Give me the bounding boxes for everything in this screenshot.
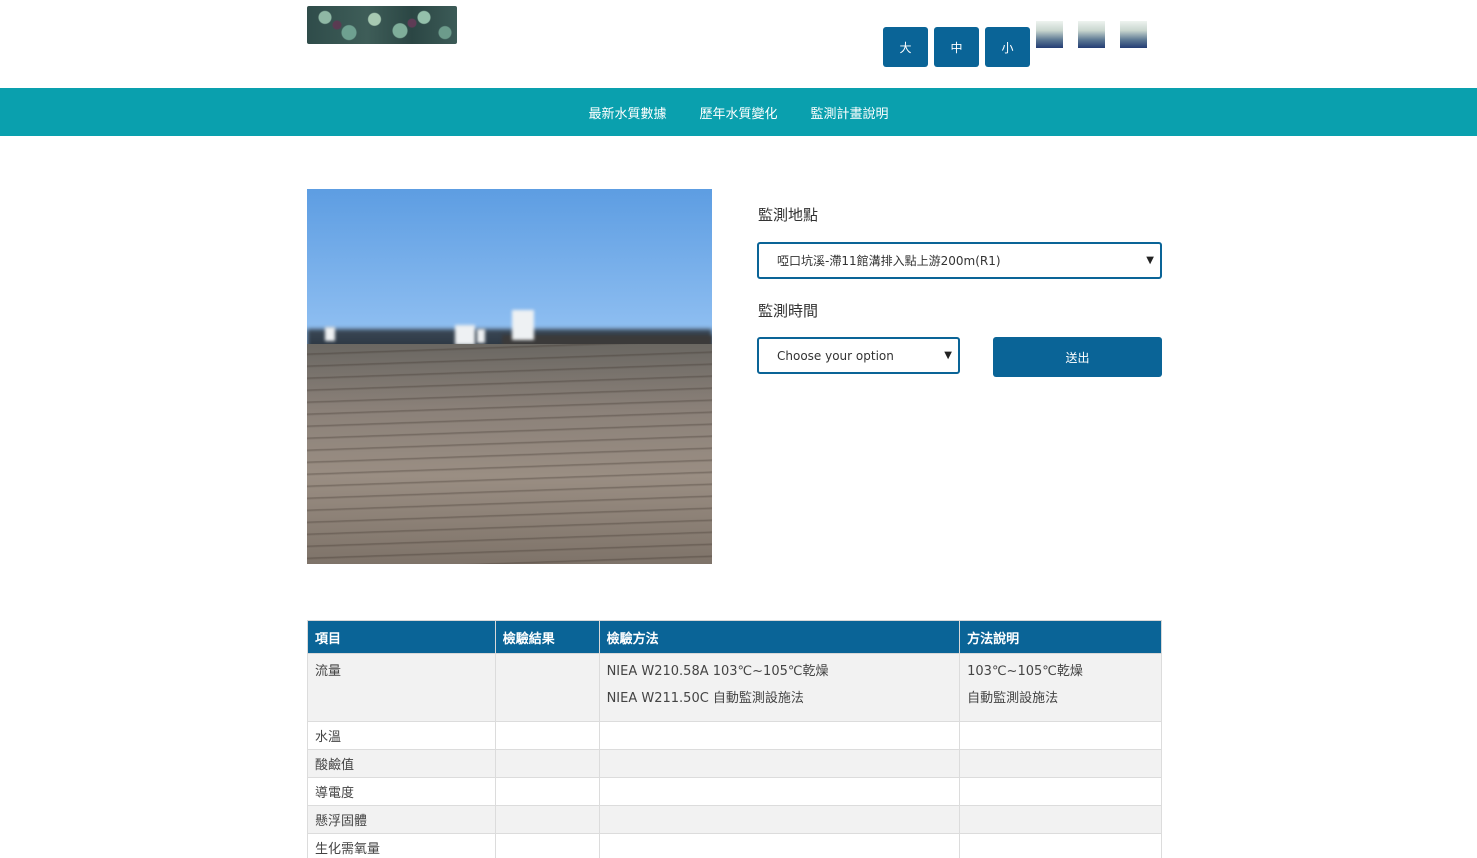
table-cell-method xyxy=(598,749,961,778)
table-cell-item: 生化需氧量 xyxy=(307,833,496,858)
table-cell-item: 懸浮固體 xyxy=(307,805,496,834)
table-cell-notes: 103℃~105℃乾燥 自動監測設施法 xyxy=(959,653,1162,722)
photo-post xyxy=(455,325,475,345)
table-row: 導電度 xyxy=(307,777,1162,806)
nav-menu: 最新水質數據 歷年水質變化 監測計畫說明 xyxy=(588,103,888,122)
font-size-small-button[interactable]: 小 xyxy=(985,27,1030,67)
table-cell-method xyxy=(598,805,961,834)
table-header-method: 檢驗方法 xyxy=(598,620,961,654)
table-cell-notes xyxy=(959,721,1162,750)
main-navbar: 最新水質數據 歷年水質變化 監測計畫說明 xyxy=(0,88,1477,136)
site-logo[interactable] xyxy=(307,6,457,44)
location-select[interactable]: 啞口坑溪-滯11館溝排入點上游200m(R1) ▼ xyxy=(757,242,1162,279)
table-row: 懸浮固體 xyxy=(307,805,1162,834)
table-cell-notes xyxy=(959,833,1162,858)
location-select-value: 啞口坑溪-滯11館溝排入點上游200m(R1) xyxy=(777,254,1001,268)
nav-item-historical-changes[interactable]: 歷年水質變化 xyxy=(699,103,777,122)
location-label: 監測地點 xyxy=(758,206,819,224)
dropdown-arrow-icon: ▼ xyxy=(1146,254,1154,266)
table-cell-result xyxy=(494,653,600,722)
nav-item-latest-data[interactable]: 最新水質數據 xyxy=(588,103,666,122)
nav-item-monitoring-plan[interactable]: 監測計畫說明 xyxy=(811,103,889,122)
dropdown-arrow-icon: ▼ xyxy=(944,349,952,361)
table-row: 酸鹼值 xyxy=(307,749,1162,778)
table-cell-notes xyxy=(959,749,1162,778)
table-cell-result xyxy=(494,721,600,750)
hero-photo xyxy=(307,189,712,564)
table-cell-item: 導電度 xyxy=(307,777,496,806)
table-cell-method xyxy=(598,777,961,806)
photo-post xyxy=(512,310,534,340)
table-header-result: 檢驗結果 xyxy=(494,620,600,654)
table-cell-method xyxy=(598,721,961,750)
time-select[interactable]: Choose your option ▼ xyxy=(757,337,960,374)
photo-post xyxy=(477,329,485,343)
water-quality-table: 項目 檢驗結果 檢驗方法 方法說明 流量 NIEA W210.58A 103℃~… xyxy=(307,620,1162,858)
table-row: 流量 NIEA W210.58A 103℃~105℃乾燥 NIEA W211.5… xyxy=(307,653,1162,722)
table-cell-result xyxy=(494,777,600,806)
table-header-notes: 方法說明 xyxy=(959,620,1162,654)
table-cell-method xyxy=(598,833,961,858)
theme-swatch-3[interactable] xyxy=(1120,21,1147,48)
table-cell-result xyxy=(494,833,600,858)
submit-button[interactable]: 送出 xyxy=(993,337,1162,377)
table-cell-item: 水溫 xyxy=(307,721,496,750)
photo-post xyxy=(325,327,335,341)
table-cell-result xyxy=(494,805,600,834)
table-cell-item: 酸鹼值 xyxy=(307,749,496,778)
table-header-row: 項目 檢驗結果 檢驗方法 方法說明 xyxy=(307,620,1162,654)
table-cell-method: NIEA W210.58A 103℃~105℃乾燥 NIEA W211.50C … xyxy=(598,653,961,722)
table-cell-notes xyxy=(959,777,1162,806)
photo-deck xyxy=(307,344,712,564)
theme-swatch-1[interactable] xyxy=(1036,21,1063,48)
table-row: 生化需氧量 xyxy=(307,833,1162,858)
table-row: 水溫 xyxy=(307,721,1162,750)
table-cell-notes xyxy=(959,805,1162,834)
time-select-value: Choose your option xyxy=(777,348,894,363)
time-label: 監測時間 xyxy=(758,302,819,320)
font-size-large-button[interactable]: 大 xyxy=(883,27,928,67)
table-cell-item: 流量 xyxy=(307,653,496,722)
font-size-medium-button[interactable]: 中 xyxy=(934,27,979,67)
table-header-item: 項目 xyxy=(307,620,496,654)
table-cell-result xyxy=(494,749,600,778)
theme-swatch-2[interactable] xyxy=(1078,21,1105,48)
